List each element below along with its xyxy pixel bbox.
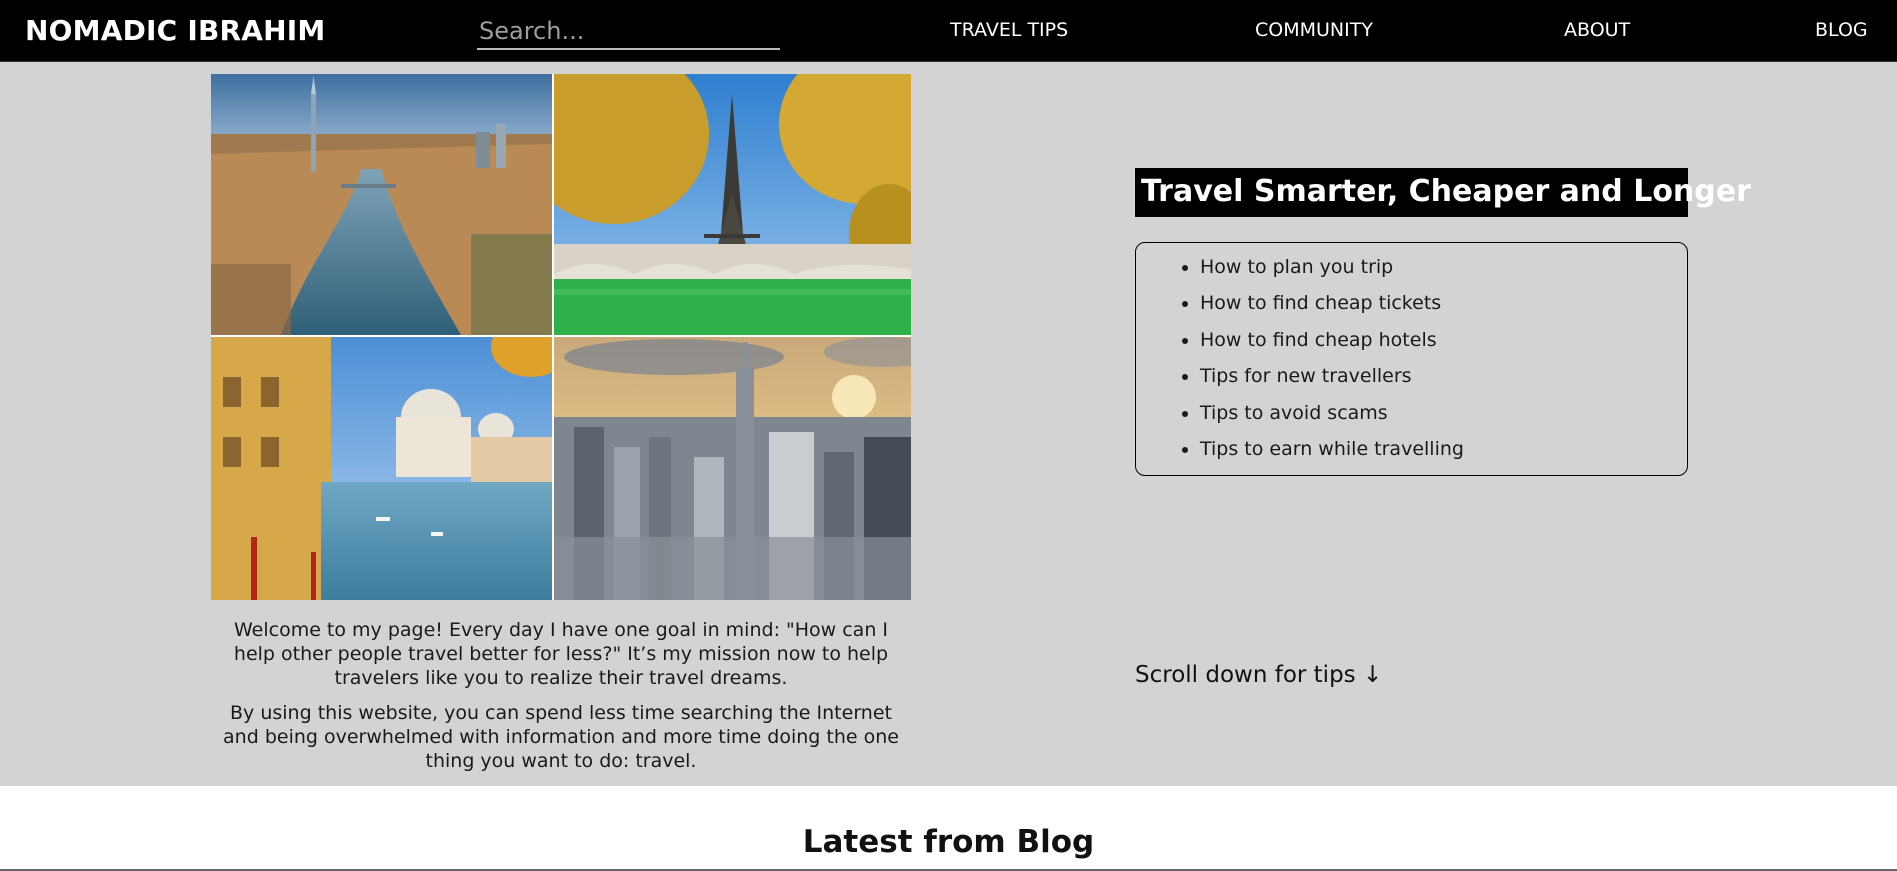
destination-photo-grid bbox=[211, 74, 911, 600]
new-york-photo bbox=[554, 337, 911, 600]
tip-item-plan-trip[interactable]: How to plan you trip bbox=[1200, 254, 1687, 290]
blog-heading: Latest from Blog bbox=[802, 824, 1095, 860]
scroll-hint[interactable]: Scroll down for tips ↓ bbox=[1135, 662, 1382, 688]
nav-link-blog[interactable]: BLOG bbox=[1815, 19, 1868, 41]
intro-paragraph: Welcome to my page! Every day I have one… bbox=[233, 619, 889, 689]
london-photo bbox=[211, 74, 552, 335]
nav-link-community[interactable]: COMMUNITY bbox=[1255, 19, 1373, 41]
blog-section: Latest from Blog bbox=[0, 786, 1897, 871]
tips-list-box: How to plan you trip How to find cheap t… bbox=[1135, 242, 1688, 476]
hero-section: Welcome to my page! Every day I have one… bbox=[0, 62, 1897, 786]
tip-item-avoid-scams[interactable]: Tips to avoid scams bbox=[1200, 400, 1687, 436]
paris-photo bbox=[554, 74, 911, 335]
tip-item-new-travellers[interactable]: Tips for new travellers bbox=[1200, 363, 1687, 399]
tips-heading: Travel Smarter, Cheaper and Longer bbox=[1135, 168, 1751, 217]
nav-link-about[interactable]: ABOUT bbox=[1564, 19, 1630, 41]
tip-item-cheap-hotels[interactable]: How to find cheap hotels bbox=[1200, 327, 1687, 363]
nav-link-travel-tips[interactable]: TRAVEL TIPS bbox=[950, 19, 1068, 41]
intro-text: Welcome to my page! Every day I have one… bbox=[211, 618, 911, 773]
site-logo[interactable]: NOMADIC IBRAHIM bbox=[25, 14, 325, 47]
search-input[interactable] bbox=[477, 14, 780, 50]
intro-paragraph: By using this website, you can spend les… bbox=[223, 702, 899, 772]
tips-list: How to plan you trip How to find cheap t… bbox=[1200, 254, 1687, 472]
tip-item-cheap-tickets[interactable]: How to find cheap tickets bbox=[1200, 290, 1687, 326]
top-navbar: NOMADIC IBRAHIM TRAVEL TIPS COMMUNITY AB… bbox=[0, 0, 1897, 62]
venice-photo bbox=[211, 337, 552, 600]
tip-item-earn-while-travelling[interactable]: Tips to earn while travelling bbox=[1200, 436, 1687, 472]
